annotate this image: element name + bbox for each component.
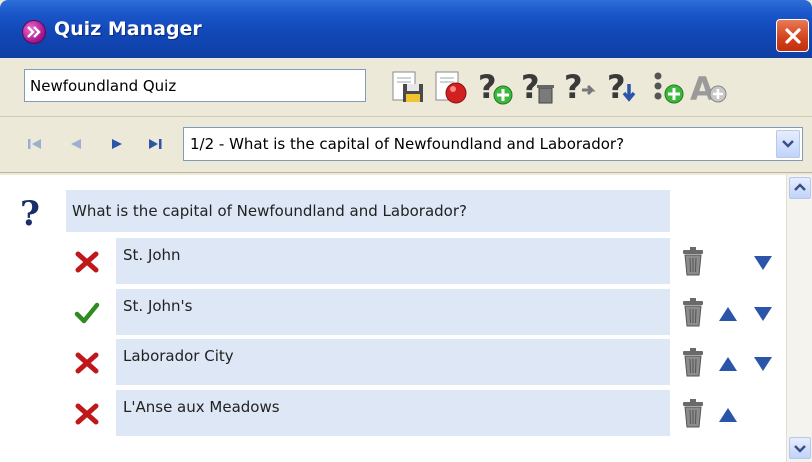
next-question-button[interactable]: ? [605,68,643,106]
first-icon [28,139,41,149]
svg-text:?: ? [607,68,626,106]
add-question-icon: ? [478,68,513,106]
record-icon [435,71,467,104]
add-answer-button[interactable] [648,68,686,106]
previous-icon [71,139,81,149]
trash-icon[interactable] [680,346,706,378]
answer-row: L'Anse aux Meadows [0,390,786,436]
first-question-button[interactable] [26,135,44,153]
previous-question-button[interactable] [67,135,85,153]
vertical-scrollbar[interactable] [786,175,812,462]
save-button[interactable] [389,68,427,106]
move-down-arrow-icon[interactable] [752,254,774,272]
add-question-button[interactable]: ? [476,68,514,106]
trash-icon[interactable] [680,296,706,328]
scroll-up-button[interactable] [789,177,811,199]
next-question-icon: ? [607,68,636,106]
delete-question-button[interactable]: ? [519,68,557,106]
title-bar[interactable]: Quiz Manager [0,0,812,58]
move-up-arrow-icon[interactable] [717,355,739,373]
svg-text:?: ? [564,68,583,106]
svg-text:A: A [690,70,715,106]
move-question-icon: ? [564,68,596,106]
scroll-down-button[interactable] [789,437,811,459]
move-down-arrow-icon[interactable] [752,355,774,373]
next-icon [112,139,122,149]
dropdown-button[interactable] [776,130,800,158]
question-dropdown[interactable]: 1/2 - What is the capital of Newfoundlan… [183,127,803,161]
incorrect-x-icon[interactable] [74,402,100,426]
window-title: Quiz Manager [54,18,202,40]
answer-row: St. John [0,238,786,284]
delete-question-icon: ? [521,68,554,106]
question-text-field[interactable]: What is the capital of Newfoundland and … [66,190,670,232]
quiz-manager-window: Quiz Manager ? [0,0,812,462]
record-button[interactable] [432,68,470,106]
answer-text-field[interactable]: Laborador City [116,339,670,385]
save-icon [392,71,423,102]
chevron-down-icon [782,140,794,148]
answer-text-field[interactable]: L'Anse aux Meadows [116,390,670,436]
trash-icon[interactable] [680,397,706,429]
answer-text-field[interactable]: St. John [116,238,670,284]
chevron-up-icon [794,183,806,191]
question-mark-icon: ? [20,194,40,234]
last-icon [149,139,162,149]
app-logo-icon [22,20,46,44]
close-icon [785,28,801,44]
last-question-button[interactable] [146,135,164,153]
move-up-arrow-icon[interactable] [717,305,739,323]
incorrect-x-icon[interactable] [74,351,100,375]
chevron-down-icon [794,445,806,453]
selected-question-text: 1/2 - What is the capital of Newfoundlan… [190,135,625,153]
spellcheck-icon: A [690,70,727,108]
correct-checkmark-icon[interactable] [74,301,100,325]
incorrect-x-icon[interactable] [74,250,100,274]
main-toolbar: ? ? ? ? [0,58,812,117]
trash-icon[interactable] [680,245,706,277]
next-question-nav-button[interactable] [108,135,126,153]
close-button[interactable] [776,19,809,52]
move-up-arrow-icon[interactable] [717,406,739,424]
spellcheck-button[interactable]: A [690,68,728,108]
add-answer-icon [654,72,684,104]
quiz-name-input[interactable] [24,69,366,102]
svg-text:?: ? [478,68,497,106]
navigation-toolbar: 1/2 - What is the capital of Newfoundlan… [0,117,812,173]
answer-text-field[interactable]: St. John's [116,289,670,335]
answer-row: St. John's [0,289,786,335]
question-editor: ? What is the capital of Newfoundland an… [0,175,786,462]
move-question-button[interactable]: ? [562,68,600,106]
move-down-arrow-icon[interactable] [752,305,774,323]
answer-row: Laborador City [0,339,786,385]
svg-text:?: ? [521,68,540,106]
